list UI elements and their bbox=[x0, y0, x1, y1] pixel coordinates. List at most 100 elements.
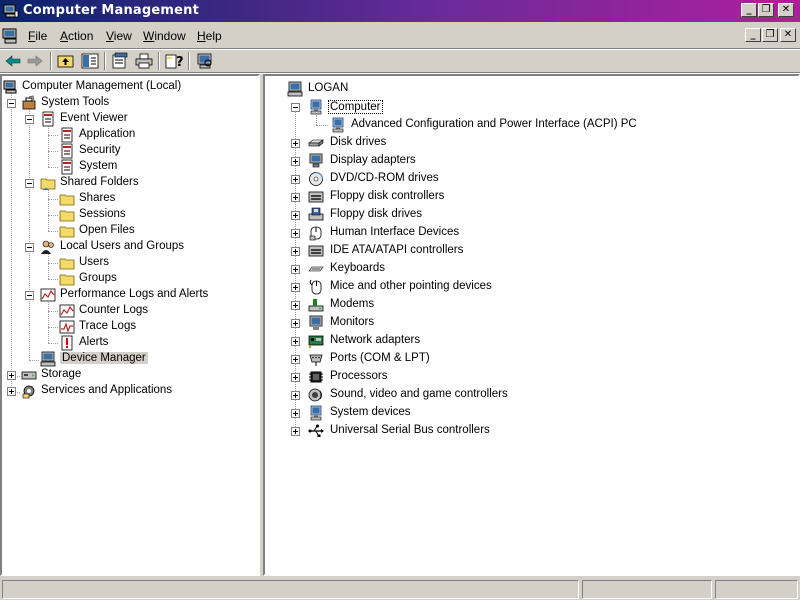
expand-toggle[interactable] bbox=[291, 157, 300, 166]
tree-item-label: Security bbox=[79, 144, 121, 156]
menu-action[interactable]: Action bbox=[60, 29, 93, 43]
forward-arrow-icon[interactable] bbox=[25, 52, 45, 70]
port-icon bbox=[309, 354, 323, 366]
close-icon: ✕ bbox=[781, 4, 791, 15]
window-title: Computer Management bbox=[23, 3, 200, 18]
toolbox-icon bbox=[22, 95, 36, 110]
collapse-toggle[interactable] bbox=[291, 103, 300, 112]
console-icon[interactable] bbox=[2, 27, 20, 45]
toolbar: ? bbox=[0, 50, 800, 72]
event-viewer-icon bbox=[42, 111, 54, 127]
shared-folder-icon bbox=[40, 178, 56, 190]
services-icon bbox=[22, 385, 35, 399]
modem-icon bbox=[308, 299, 324, 312]
folder-icon bbox=[59, 226, 75, 238]
tree-item-label: Open Files bbox=[79, 224, 135, 236]
expand-toggle[interactable] bbox=[291, 175, 300, 184]
tree-item-label: Groups bbox=[79, 272, 117, 284]
collapse-toggle[interactable] bbox=[25, 179, 34, 188]
device-category-label: Processors bbox=[330, 370, 388, 382]
device-category-label: Keyboards bbox=[330, 262, 385, 274]
monitor-icon bbox=[309, 315, 323, 330]
tree-item-label: System bbox=[79, 160, 118, 172]
svg-text:?: ? bbox=[176, 55, 184, 70]
show-hide-tree-icon[interactable] bbox=[80, 52, 100, 70]
menu-file[interactable]: File bbox=[28, 29, 47, 43]
device-label: Advanced Configuration and Power Interfa… bbox=[351, 118, 637, 130]
collapse-toggle[interactable] bbox=[25, 291, 34, 300]
mdi-minimize-button[interactable]: _ bbox=[745, 28, 761, 42]
expand-toggle[interactable] bbox=[291, 373, 300, 382]
expand-toggle[interactable] bbox=[291, 319, 300, 328]
expand-toggle[interactable] bbox=[291, 211, 300, 220]
tree-item-label: Alerts bbox=[79, 336, 109, 348]
menu-window[interactable]: Window bbox=[143, 29, 186, 43]
cdrom-icon bbox=[309, 172, 323, 186]
folder-icon bbox=[59, 274, 75, 286]
expand-toggle[interactable] bbox=[291, 355, 300, 364]
expand-toggle[interactable] bbox=[291, 301, 300, 310]
expand-toggle[interactable] bbox=[291, 337, 300, 346]
menu-bar: File Action View Window Help _ ❐ ✕ bbox=[0, 24, 800, 48]
menu-help[interactable]: Help bbox=[197, 29, 222, 43]
restore-button[interactable]: ❐ bbox=[758, 3, 774, 17]
log-icon bbox=[61, 143, 73, 159]
back-arrow-icon[interactable] bbox=[3, 52, 23, 70]
expand-toggle[interactable] bbox=[7, 371, 16, 380]
tree-item-label: Performance Logs and Alerts bbox=[60, 288, 209, 300]
mdi-close-button[interactable]: ✕ bbox=[780, 28, 796, 42]
tree-item-label: Services and Applications bbox=[41, 384, 173, 396]
menu-view[interactable]: View bbox=[106, 29, 132, 43]
device-category-label: Modems bbox=[330, 298, 375, 310]
expand-toggle[interactable] bbox=[291, 283, 300, 292]
collapse-toggle[interactable] bbox=[7, 99, 16, 108]
expand-toggle[interactable] bbox=[291, 391, 300, 400]
scan-hardware-icon[interactable] bbox=[195, 52, 215, 70]
expand-toggle[interactable] bbox=[291, 247, 300, 256]
floppy-controller-icon bbox=[308, 191, 324, 203]
device-category-label: Universal Serial Bus controllers bbox=[330, 424, 490, 436]
tree-item-label: Shared Folders bbox=[60, 176, 139, 188]
expand-toggle[interactable] bbox=[291, 193, 300, 202]
tree-item-label: Trace Logs bbox=[79, 320, 137, 332]
device-category-label: Mice and other pointing devices bbox=[330, 280, 492, 292]
close-icon: ✕ bbox=[783, 29, 793, 40]
expand-toggle[interactable] bbox=[291, 265, 300, 274]
counter-log-icon bbox=[59, 304, 75, 318]
toolbar-separator bbox=[104, 52, 106, 70]
mdi-restore-button[interactable]: ❐ bbox=[762, 28, 778, 42]
status-bar bbox=[0, 579, 800, 600]
device-tree-pane[interactable]: LOGAN Computer Advanced Configuration an… bbox=[263, 74, 800, 576]
print-icon[interactable] bbox=[134, 52, 154, 70]
up-folder-icon[interactable] bbox=[56, 52, 76, 70]
help-icon[interactable]: ? bbox=[164, 52, 184, 70]
keyboard-icon bbox=[308, 266, 324, 272]
expand-toggle[interactable] bbox=[291, 229, 300, 238]
users-icon bbox=[41, 240, 54, 254]
expand-toggle[interactable] bbox=[291, 427, 300, 436]
console-tree-pane[interactable]: Computer Management (Local) System Tools… bbox=[0, 74, 260, 576]
log-icon bbox=[61, 127, 73, 143]
device-manager-icon bbox=[40, 351, 56, 367]
display-adapter-icon bbox=[309, 153, 323, 168]
folder-icon bbox=[59, 210, 75, 222]
device-category-label: Computer bbox=[328, 100, 383, 114]
toolbar-separator bbox=[188, 52, 190, 70]
expand-toggle[interactable] bbox=[291, 409, 300, 418]
restore-icon: ❐ bbox=[765, 29, 775, 40]
ide-controller-icon bbox=[308, 245, 324, 257]
collapse-toggle[interactable] bbox=[25, 243, 34, 252]
folder-icon bbox=[59, 258, 75, 270]
title-bar[interactable]: Computer Management _ ❐ ✕ bbox=[0, 0, 800, 22]
properties-icon[interactable] bbox=[110, 52, 130, 70]
expand-toggle[interactable] bbox=[291, 139, 300, 148]
toolbar-separator bbox=[50, 52, 52, 70]
alert-icon bbox=[61, 335, 73, 351]
collapse-toggle[interactable] bbox=[25, 115, 34, 124]
close-button[interactable]: ✕ bbox=[778, 3, 794, 17]
tree-item-label: Sessions bbox=[79, 208, 126, 220]
expand-toggle[interactable] bbox=[7, 387, 16, 396]
disk-drive-icon bbox=[308, 139, 324, 147]
minimize-button[interactable]: _ bbox=[741, 3, 757, 17]
device-category-label: Monitors bbox=[330, 316, 375, 328]
